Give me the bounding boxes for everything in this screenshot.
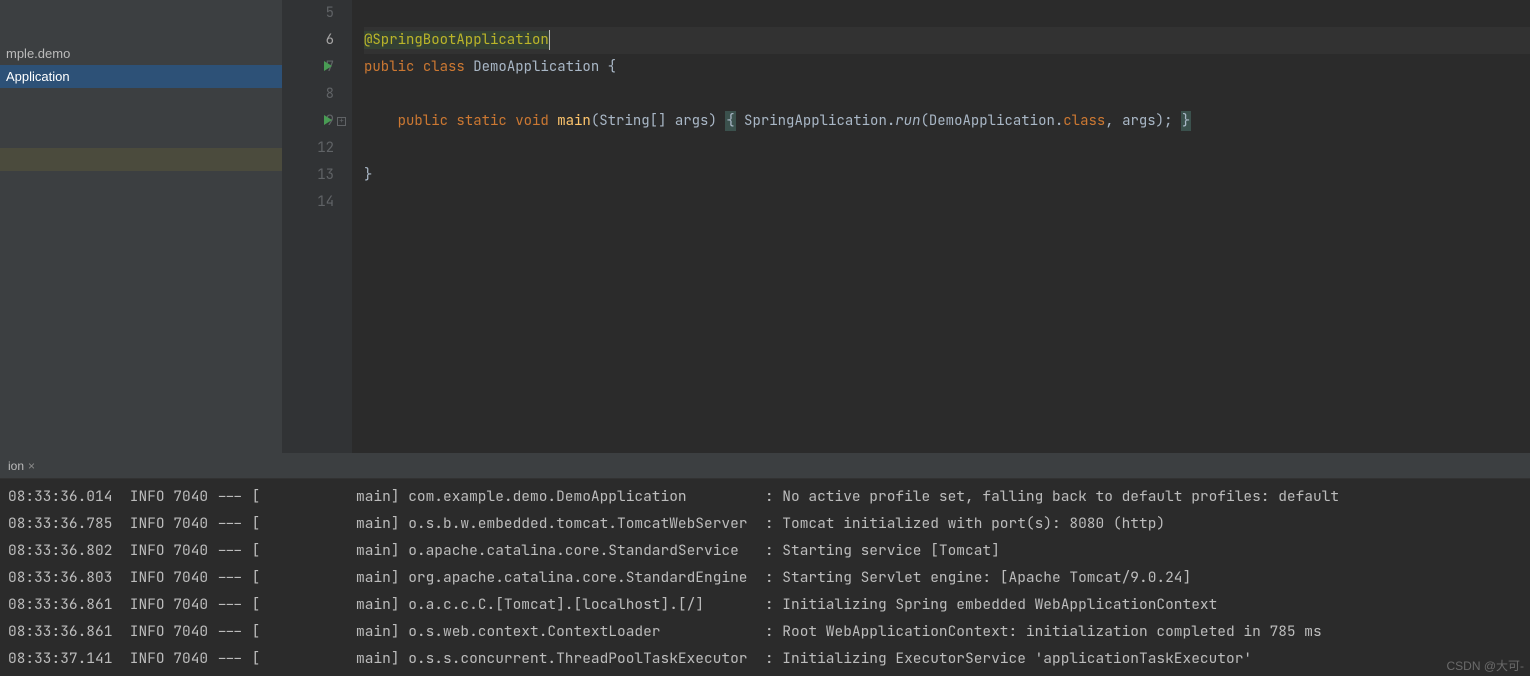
code-token: class <box>423 58 473 76</box>
console-tabs: ion × <box>0 453 1530 479</box>
gutter-line[interactable]: 14 <box>282 189 334 216</box>
code-token: class <box>1063 112 1105 130</box>
console-tab-label: ion <box>8 459 24 473</box>
log-line: 08:33:36.802 INFO 7040 --- [ main] o.apa… <box>8 537 1522 564</box>
gutter-line[interactable]: 9+ <box>282 108 334 135</box>
project-tree[interactable]: mple.demoApplication <box>0 0 282 453</box>
sidebar-item[interactable]: mple.demo <box>0 42 282 65</box>
gutter-line[interactable]: 8 <box>282 81 334 108</box>
log-line: 08:33:36.014 INFO 7040 --- [ main] com.e… <box>8 483 1522 510</box>
code-token: run <box>895 112 920 130</box>
run-icon[interactable] <box>324 115 332 125</box>
editor-body: 56789+121314 @SpringBootApplication publi… <box>282 0 1530 453</box>
watermark: CSDN @大可- <box>1446 657 1524 674</box>
code-token: SpringApplication. <box>736 112 896 130</box>
gutter-line[interactable]: 12 <box>282 135 334 162</box>
code-line[interactable] <box>364 189 1530 216</box>
code-line[interactable] <box>364 0 1530 27</box>
code-token: void <box>515 112 557 130</box>
editor-region: mple.demoApplication 56789+121314 @Sprin… <box>0 0 1530 453</box>
code-line[interactable]: } <box>364 162 1530 189</box>
code-token: } <box>364 166 372 184</box>
close-icon[interactable]: × <box>28 459 35 473</box>
text-cursor <box>549 30 550 50</box>
code-token: { <box>725 111 735 131</box>
gutter[interactable]: 56789+121314 <box>282 0 352 453</box>
code-token: main <box>557 112 591 130</box>
console-panel: ion × 08:33:36.014 INFO 7040 --- [ main]… <box>0 453 1530 676</box>
code-token: static <box>456 112 515 130</box>
code-token: DemoApplication <box>473 58 607 76</box>
log-line: 08:33:36.861 INFO 7040 --- [ main] o.s.w… <box>8 618 1522 645</box>
gutter-line[interactable]: 5 <box>282 0 334 27</box>
run-icon[interactable] <box>324 61 332 71</box>
code-token: public <box>398 112 457 130</box>
code-line[interactable] <box>364 135 1530 162</box>
gutter-line[interactable]: 7 <box>282 54 334 81</box>
code-line[interactable]: public class DemoApplication { <box>364 54 1530 81</box>
log-line: 08:33:36.785 INFO 7040 --- [ main] o.s.b… <box>8 510 1522 537</box>
code-area[interactable]: @SpringBootApplication public class DemoA… <box>352 0 1530 453</box>
code-token: } <box>1181 111 1191 131</box>
code-token <box>364 112 398 130</box>
log-line: 08:33:37.141 INFO 7040 --- [ main] o.s.s… <box>8 645 1522 672</box>
code-token: public <box>364 58 423 76</box>
code-line[interactable] <box>364 81 1530 108</box>
code-token: @SpringBootApplication <box>364 31 549 49</box>
editor-area: 56789+121314 @SpringBootApplication publi… <box>282 0 1530 453</box>
log-line: 08:33:36.861 INFO 7040 --- [ main] o.a.c… <box>8 591 1522 618</box>
sidebar-item[interactable] <box>0 148 282 171</box>
console-output[interactable]: 08:33:36.014 INFO 7040 --- [ main] com.e… <box>0 479 1530 676</box>
fold-icon[interactable]: + <box>337 117 346 126</box>
console-tab[interactable]: ion × <box>4 459 39 473</box>
code-token: (DemoApplication. <box>920 112 1063 130</box>
gutter-line[interactable]: 13 <box>282 162 334 189</box>
code-token: , args); <box>1105 112 1181 130</box>
code-line[interactable]: @SpringBootApplication <box>364 27 1530 54</box>
sidebar-item[interactable]: Application <box>0 65 282 88</box>
code-line[interactable]: public static void main(String[] args) {… <box>364 108 1530 135</box>
code-token: { <box>608 58 616 76</box>
log-line: 08:33:36.803 INFO 7040 --- [ main] org.a… <box>8 564 1522 591</box>
code-token: (String[] args) <box>591 112 725 130</box>
gutter-line[interactable]: 6 <box>282 27 334 54</box>
